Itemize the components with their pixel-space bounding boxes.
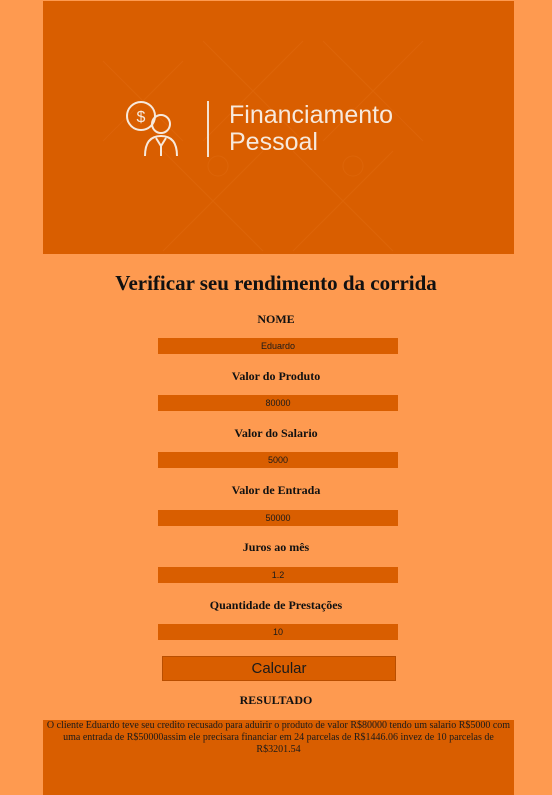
down-payment-input[interactable]: [158, 510, 398, 526]
name-label: NOME: [257, 312, 295, 326]
name-input[interactable]: [158, 338, 398, 354]
result-text: O cliente Eduardo teve seu credito recus…: [46, 720, 511, 755]
monthly-interest-label: Juros ao mês: [242, 540, 310, 554]
monthly-interest-input[interactable]: [158, 567, 398, 583]
down-payment-label: Valor de Entrada: [231, 483, 321, 497]
svg-text:$: $: [137, 109, 146, 126]
installments-label: Quantidade de Prestações: [209, 598, 343, 612]
logo-divider: [207, 101, 209, 157]
salary-input[interactable]: [158, 452, 398, 468]
person-dollar-icon: $: [126, 101, 178, 157]
calculate-button[interactable]: Calcular: [162, 656, 396, 681]
product-value-input[interactable]: [158, 395, 398, 411]
installments-input[interactable]: [158, 624, 398, 640]
product-value-label: Valor do Produto: [231, 369, 321, 383]
banner-title-line2: Pessoal: [229, 128, 318, 156]
hero-banner: $ Financiamento Pessoal: [43, 1, 514, 254]
page-title: Verificar seu rendimento da corrida: [115, 271, 437, 295]
banner-title-line1: Financiamento: [229, 101, 393, 129]
banner-logo: $ Financiamento Pessoal: [123, 98, 393, 160]
banner-title: Financiamento Pessoal: [229, 102, 393, 156]
result-label: RESULTADO: [239, 693, 313, 707]
result-box: O cliente Eduardo teve seu credito recus…: [43, 720, 514, 795]
salary-label: Valor do Salario: [234, 426, 318, 440]
